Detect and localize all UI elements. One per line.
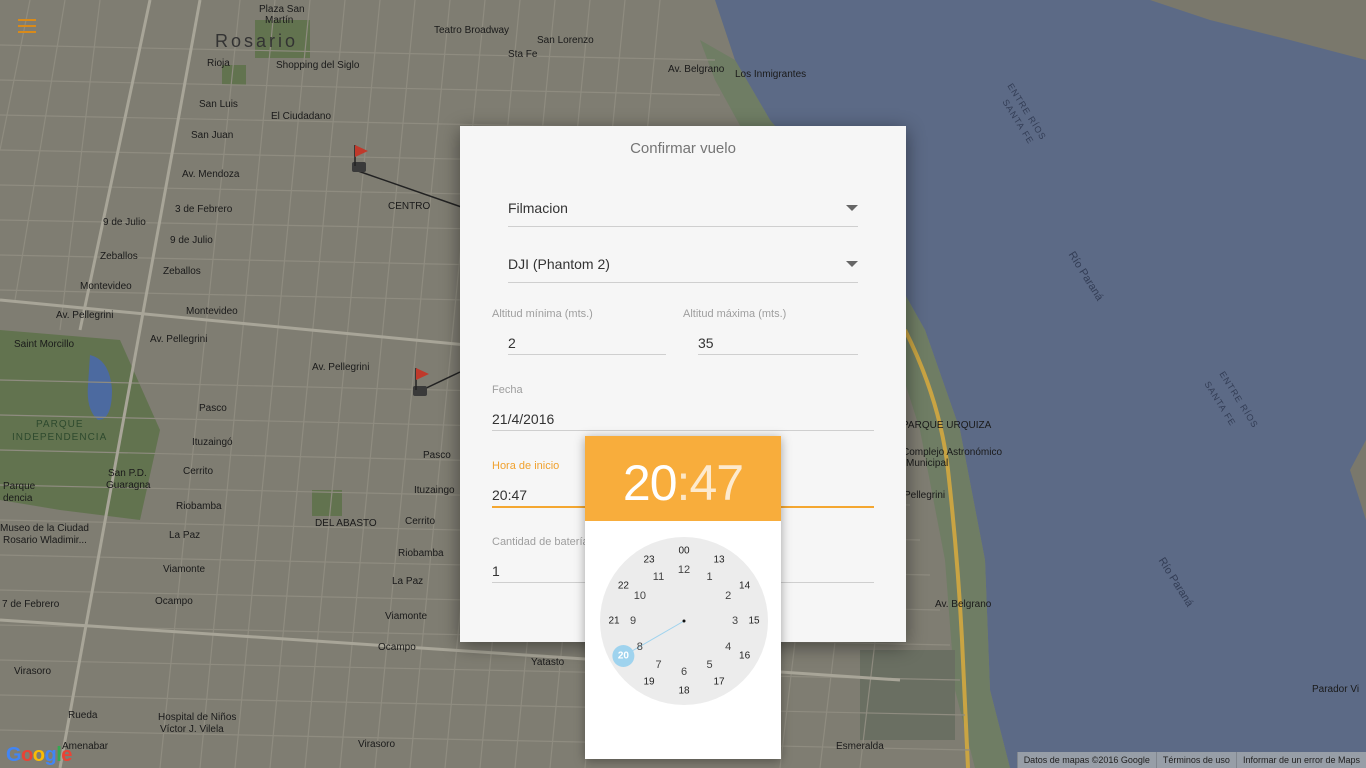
alt-min-label: Altitud mínima (mts.) bbox=[492, 308, 593, 320]
hour-display[interactable]: 20 bbox=[623, 455, 678, 511]
alt-max-field: Altitud máxima (mts.) bbox=[683, 308, 858, 358]
hour-option-10[interactable]: 10 bbox=[634, 590, 646, 602]
hour-option-13[interactable]: 13 bbox=[713, 555, 724, 566]
start-time-label: Hora de inicio bbox=[492, 460, 560, 472]
alt-max-label: Altitud máxima (mts.) bbox=[683, 308, 787, 320]
mission-type-select[interactable]: Filmacion bbox=[508, 188, 858, 227]
hour-option-23[interactable]: 23 bbox=[643, 555, 654, 566]
alt-min-field: Altitud mínima (mts.) bbox=[492, 308, 666, 358]
hour-option-18[interactable]: 18 bbox=[678, 686, 689, 697]
hour-option-6[interactable]: 6 bbox=[681, 666, 687, 678]
date-label: Fecha bbox=[492, 384, 523, 396]
time-picker: 20:47 00 13 14 15 16 17 18 19 20 21 22 23 12 1 2 3 4 5 6 7 8… bbox=[585, 436, 781, 759]
alt-min-input[interactable] bbox=[508, 332, 666, 355]
hour-option-12[interactable]: 12 bbox=[678, 564, 690, 576]
clock-face[interactable]: 00 13 14 15 16 17 18 19 20 21 22 23 12 1 2 3 4 5 6 7 8 9 10 11 bbox=[600, 537, 768, 705]
hour-option-16[interactable]: 16 bbox=[739, 651, 750, 662]
alt-max-input[interactable] bbox=[698, 332, 858, 355]
hour-option-22[interactable]: 22 bbox=[618, 581, 629, 592]
date-field: Fecha bbox=[492, 384, 874, 434]
time-picker-header: 20:47 bbox=[585, 436, 781, 521]
chevron-down-icon bbox=[846, 261, 858, 267]
drone-model-value: DJI (Phantom 2) bbox=[508, 256, 610, 272]
drone-model-select[interactable]: DJI (Phantom 2) bbox=[508, 244, 858, 283]
hour-option-14[interactable]: 14 bbox=[739, 581, 750, 592]
chevron-down-icon bbox=[846, 205, 858, 211]
hour-option-1[interactable]: 1 bbox=[706, 571, 712, 583]
hour-option-8[interactable]: 8 bbox=[637, 641, 643, 653]
date-input[interactable] bbox=[492, 408, 874, 431]
hour-option-20[interactable]: 20 bbox=[618, 651, 629, 662]
clock-hand bbox=[612, 619, 686, 667]
hour-option-5[interactable]: 5 bbox=[706, 659, 712, 671]
mission-type-value: Filmacion bbox=[508, 200, 568, 216]
hour-option-4[interactable]: 4 bbox=[725, 641, 731, 653]
hour-option-17[interactable]: 17 bbox=[713, 676, 724, 687]
hour-option-7[interactable]: 7 bbox=[655, 659, 661, 671]
hour-option-9[interactable]: 9 bbox=[630, 615, 636, 627]
hour-option-15[interactable]: 15 bbox=[748, 616, 759, 627]
time-display: 20:47 bbox=[622, 455, 744, 511]
hour-option-2[interactable]: 2 bbox=[725, 590, 731, 602]
hour-option-21[interactable]: 21 bbox=[608, 616, 619, 627]
minute-display[interactable]: 47 bbox=[689, 455, 744, 511]
hour-option-19[interactable]: 19 bbox=[643, 676, 654, 687]
hour-option-3[interactable]: 3 bbox=[732, 615, 738, 627]
dialog-title: Confirmar vuelo bbox=[630, 140, 736, 157]
hour-option-00[interactable]: 00 bbox=[678, 546, 689, 557]
batteries-label: Cantidad de baterías bbox=[492, 536, 595, 548]
hour-option-11[interactable]: 11 bbox=[653, 571, 664, 583]
